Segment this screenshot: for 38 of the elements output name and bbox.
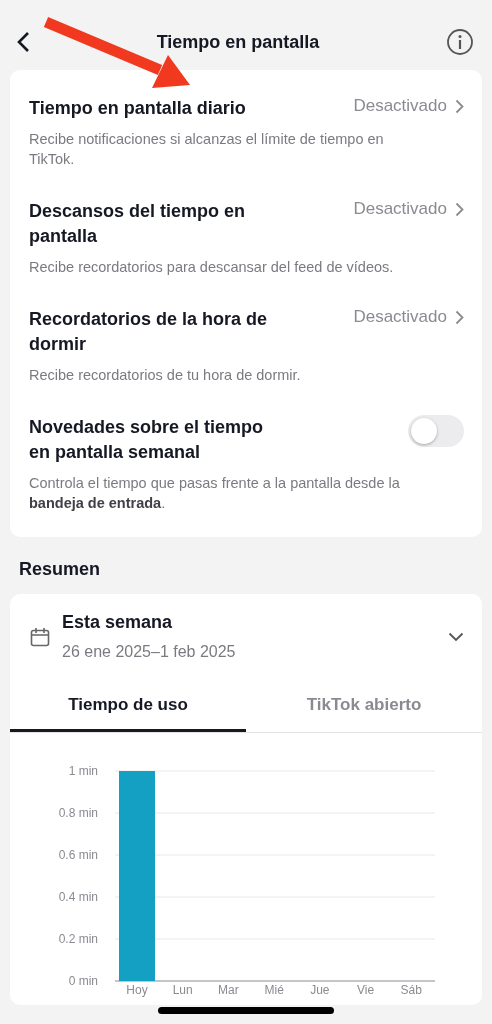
chevron-right-icon — [455, 201, 464, 217]
period-title: Esta semana — [62, 612, 174, 633]
section-heading: Resumen — [18, 558, 102, 581]
axis-label: 0.6 min — [58, 848, 98, 862]
toggle-switch[interactable] — [408, 415, 464, 447]
axis-label: Sáb — [400, 983, 422, 997]
axis-label: Vie — [357, 983, 375, 997]
setting-description: Controla el tiempo que pasas frente a la pantalla desde la bandeja de entrada. — [29, 474, 401, 513]
chevron-right-icon — [455, 309, 464, 325]
axis-label: 0.4 min — [58, 890, 98, 904]
date-range: 26 ene 2025–1 feb 2025 — [62, 643, 237, 661]
info-icon[interactable] — [446, 28, 474, 56]
status-link[interactable]: Desactivado — [353, 199, 464, 219]
setting-title: Novedades sobre el tiempo en pantalla semanal — [29, 416, 265, 464]
axis-label: Mar — [218, 983, 239, 997]
axis-label: 0 min — [68, 974, 98, 988]
calendar-icon — [30, 626, 50, 647]
setting-description: Recibe recordatorios para descansar del feed de vídeos. — [29, 258, 395, 277]
axis-label: Lun — [172, 983, 193, 997]
setting-title: Descansos del tiempo en pantalla — [29, 200, 247, 248]
status-link[interactable]: Desactivado — [353, 96, 464, 116]
page-title: Tiempo en pantalla — [156, 31, 320, 53]
tab[interactable]: Tiempo de uso — [10, 683, 246, 732]
axis-label: 0.8 min — [58, 806, 98, 820]
setting-description: Recibe recordatorios de tu hora de dormir. — [29, 366, 302, 385]
setting-title: Recordatorios de la hora de dormir — [29, 308, 269, 356]
setting-description: Recibe notificaciones si alcanzas el límite de tiempo en TikTok. — [29, 130, 385, 169]
back-icon[interactable] — [16, 31, 30, 53]
axis-label: Jue — [310, 983, 330, 997]
axis-label: Hoy — [126, 983, 148, 997]
chevron-right-icon — [455, 98, 464, 114]
setting-title: Tiempo en pantalla diario — [29, 97, 246, 120]
axis-label: 1 min — [68, 764, 98, 778]
status-link[interactable]: Desactivado — [353, 307, 464, 327]
axis-label: Mié — [264, 983, 284, 997]
chevron-down-icon[interactable] — [448, 631, 464, 642]
axis-label: 0.2 min — [58, 932, 98, 946]
tab[interactable]: TikTok abierto — [246, 683, 482, 732]
